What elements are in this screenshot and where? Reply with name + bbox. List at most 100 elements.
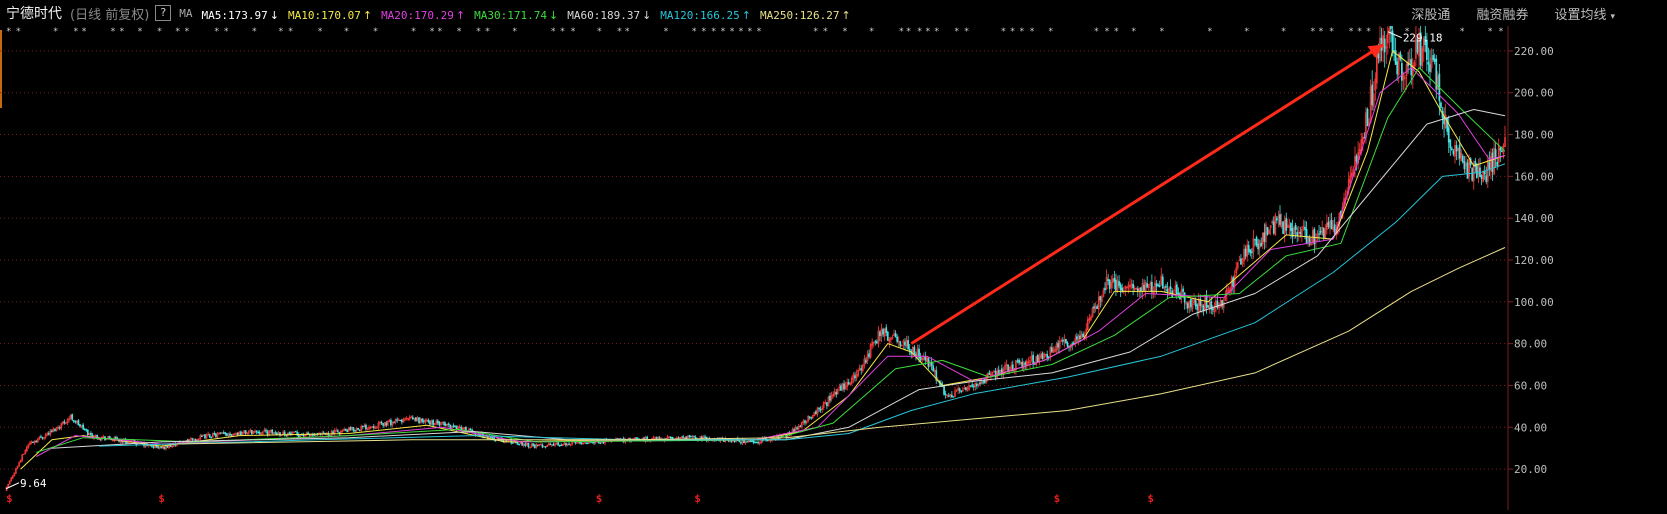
candle-body [1113, 278, 1116, 282]
candle-body [393, 421, 395, 423]
top-marker: * [1348, 27, 1353, 37]
candle-body [1244, 248, 1247, 257]
candle-body [32, 441, 34, 444]
arrow-down-icon: ↓ [269, 8, 279, 22]
top-marker: * [954, 27, 959, 37]
candle-body [288, 432, 291, 434]
candle-body [357, 427, 359, 430]
top-marker: * [485, 27, 490, 37]
candle-body [568, 443, 570, 446]
candle-body [1194, 300, 1197, 307]
top-marker: * [456, 27, 461, 37]
candle-body [224, 432, 227, 435]
menu-item[interactable]: 深股通 [1411, 4, 1450, 23]
candle-body [204, 434, 206, 439]
candle-body [854, 375, 856, 378]
candle-body [47, 433, 50, 435]
candle-body [449, 424, 452, 429]
candle-body [965, 387, 967, 390]
candle-body [210, 436, 213, 439]
candle-body [274, 432, 277, 434]
event-marker-icon: $ [158, 492, 165, 505]
candle-body [352, 427, 355, 431]
candle-body [704, 436, 706, 438]
top-marker: * [1159, 27, 1164, 37]
arrow-down-icon: ↓ [642, 8, 652, 22]
candle-body [819, 409, 822, 411]
candle-body [1296, 231, 1299, 237]
candle-body [290, 432, 292, 435]
event-marker-icon: $ [596, 492, 603, 505]
top-marker: * [411, 27, 416, 37]
candle-body [240, 431, 242, 436]
candle-body [219, 432, 222, 434]
candle-body [818, 407, 820, 409]
top-marker: * [1329, 27, 1334, 37]
candle-body [976, 383, 978, 387]
candle-body [1276, 218, 1278, 221]
candle-body [169, 445, 172, 447]
top-marker: * [560, 27, 565, 37]
top-marker: * [869, 27, 874, 37]
ma-legend-item: MA20:170.29 [381, 8, 454, 22]
candle-body [86, 429, 89, 435]
menu-item[interactable]: 融资融券 [1476, 4, 1528, 23]
candle-body [860, 368, 863, 370]
candle-body [415, 417, 417, 421]
menu-item[interactable]: 设置均线 ▾ [1554, 4, 1615, 23]
candle-body [815, 411, 817, 414]
top-marker: * [925, 27, 930, 37]
candle-body [988, 372, 991, 376]
candle-body [1272, 221, 1275, 234]
candle-body [793, 429, 795, 432]
candle-body [527, 442, 530, 447]
stock-name[interactable]: 宁德时代 [6, 3, 62, 23]
candle-body [1488, 162, 1491, 170]
candle-body [826, 402, 828, 407]
candle-body [163, 446, 166, 450]
candle-body [944, 393, 947, 396]
candle-body [1294, 224, 1297, 230]
candle-body [271, 429, 274, 434]
candle-body [1480, 175, 1483, 179]
candle-body [77, 420, 80, 426]
candle-body [155, 445, 158, 448]
candle-body [885, 327, 888, 333]
top-marker: * [1310, 27, 1315, 37]
candle-body [1140, 287, 1142, 292]
top-marker: * [906, 27, 911, 37]
candle-body [558, 445, 561, 447]
y-tick-label: 200.00 [1514, 87, 1554, 100]
candle-body [1377, 53, 1380, 59]
candle-body [1366, 108, 1369, 127]
top-marker: * [747, 27, 752, 37]
candle-body [1051, 347, 1053, 352]
candle-body [843, 383, 845, 390]
candle-body [982, 381, 984, 383]
top-marker: * [476, 27, 481, 37]
candle-body [1485, 175, 1488, 183]
candle-body [541, 444, 544, 448]
candle-body [757, 441, 759, 444]
top-marker: * [738, 27, 743, 37]
top-marker: * [437, 27, 442, 37]
candle-body [432, 419, 434, 426]
candle-body [454, 425, 456, 427]
top-marker: * [617, 27, 622, 37]
candle-body [1254, 239, 1256, 241]
candle-body [422, 420, 425, 423]
candle-body [602, 441, 605, 444]
top-marker: * [81, 27, 86, 37]
candle-body [1401, 63, 1403, 81]
kline-chart[interactable]: 20.00 40.00 60.00 80.00 100.00 120.00 140.00 16… [0, 12, 1667, 510]
candle-body [1016, 360, 1019, 363]
candle-body [436, 420, 439, 424]
help-button[interactable]: ? [155, 5, 172, 21]
candle-body [447, 423, 450, 425]
candle-body [1363, 137, 1366, 139]
candle-body [1202, 305, 1205, 311]
candle-body [230, 434, 233, 436]
candle-body [1182, 288, 1184, 292]
candle-body [244, 430, 247, 434]
ma-legend-item: MA5:173.97 [201, 8, 268, 22]
